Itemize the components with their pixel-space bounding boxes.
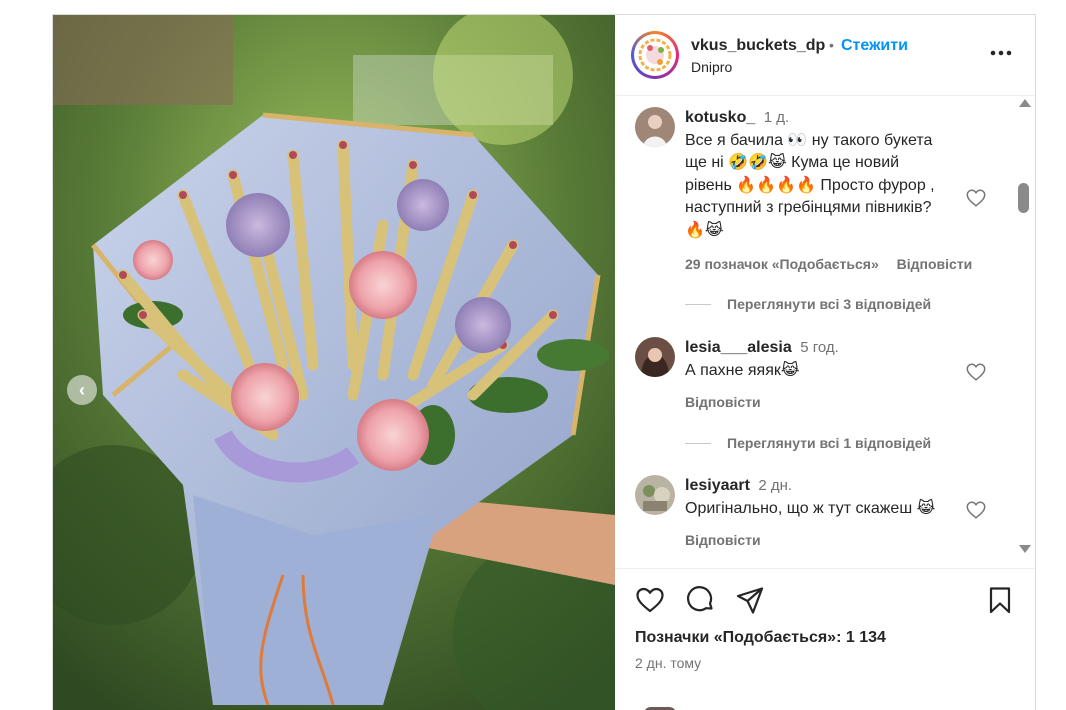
heart-icon[interactable] bbox=[635, 585, 665, 615]
prev-photo-button[interactable]: ‹ bbox=[67, 375, 97, 405]
replies-divider bbox=[685, 442, 711, 444]
comment-meta: Відповісти bbox=[685, 532, 775, 548]
vertical-scroll-thumb[interactable] bbox=[1018, 183, 1029, 213]
separator-dot: • bbox=[829, 37, 834, 53]
comment-meta: 29 позначок «Подобається» Відповісти bbox=[685, 256, 986, 272]
comment-time[interactable]: 1 д. bbox=[764, 109, 789, 126]
scroll-up-arrow-icon[interactable] bbox=[1019, 99, 1031, 107]
send-icon[interactable] bbox=[735, 585, 765, 615]
comment-text-line: рівень 🔥🔥🔥🔥 Просто фурор , bbox=[685, 176, 935, 194]
comment-text-line: А пахне яяяк😹 bbox=[685, 361, 800, 379]
reply-button[interactable]: Відповісти bbox=[685, 394, 761, 410]
comment-icon[interactable] bbox=[685, 585, 715, 615]
bookmark-icon[interactable] bbox=[985, 585, 1015, 615]
post-header: vkus_buckets_dp • Стежити Dnipro bbox=[615, 15, 1035, 96]
post-date[interactable]: 2 дн. тому bbox=[635, 655, 701, 671]
view-replies-label: Переглянути всі 3 відповідей bbox=[727, 296, 932, 312]
replies-divider bbox=[685, 303, 711, 305]
brand-logo-icon bbox=[638, 38, 672, 72]
post-photo[interactable]: ‹ bbox=[53, 15, 615, 710]
comment-time[interactable]: 5 год. bbox=[800, 339, 839, 356]
commenter-avatar[interactable] bbox=[635, 475, 675, 515]
comment-username[interactable]: lesiyaart bbox=[685, 477, 750, 494]
comment-heart-icon[interactable] bbox=[965, 187, 987, 209]
post-location[interactable]: Dnipro bbox=[691, 59, 732, 75]
vertical-scrollbar[interactable] bbox=[1015, 95, 1033, 565]
commenter-avatar[interactable] bbox=[635, 337, 675, 377]
comment-time[interactable]: 2 дн. bbox=[758, 477, 792, 494]
comment-text-line: Оригінально, що ж тут скажеш 😹 bbox=[685, 499, 936, 517]
scroll-down-arrow-icon[interactable] bbox=[1019, 545, 1031, 553]
more-horizontal-icon[interactable] bbox=[987, 39, 1015, 67]
follow-button[interactable]: Стежити bbox=[841, 37, 908, 55]
reply-button[interactable]: Відповісти bbox=[685, 532, 761, 548]
comment-text-line: ще ні 🤣🤣😹 Кума це новий bbox=[685, 154, 900, 171]
comment-username[interactable]: kotusko_ bbox=[685, 109, 755, 126]
comment-text-line: наступний з гребінцями півників? bbox=[685, 199, 932, 216]
reply-button[interactable]: Відповісти bbox=[897, 256, 973, 272]
comment-likes-count[interactable]: 29 позначок «Подобається» bbox=[685, 256, 879, 272]
post-actions: Позначки «Подобається»: 1 134 2 дн. тому bbox=[615, 568, 1035, 710]
comment-heart-icon[interactable] bbox=[965, 499, 987, 521]
post-sidebar: vkus_buckets_dp • Стежити Dnipro kotusko… bbox=[615, 15, 1035, 710]
comment-username[interactable]: lesia___alesia bbox=[685, 339, 792, 356]
account-username[interactable]: vkus_buckets_dp bbox=[691, 37, 825, 55]
comment-heart-icon[interactable] bbox=[965, 361, 987, 383]
chevron-left-icon: ‹ bbox=[79, 379, 85, 400]
commenter-avatar[interactable] bbox=[635, 107, 675, 147]
bouquet-image bbox=[53, 15, 615, 710]
account-avatar[interactable] bbox=[631, 31, 679, 79]
likes-count[interactable]: Позначки «Подобається»: 1 134 bbox=[635, 629, 886, 647]
post-modal: ‹ vkus_buckets_dp • Стежити Dnipro kotus… bbox=[52, 14, 1036, 710]
view-replies-button[interactable]: Переглянути всі 3 відповідей bbox=[685, 296, 931, 312]
comments-list: kotusko_ 1 д. Все я бачила 👀 ну такого б… bbox=[615, 95, 1035, 567]
comment-text-line: 🔥😹 bbox=[685, 221, 724, 239]
view-replies-button[interactable]: Переглянути всі 1 відповідей bbox=[685, 435, 931, 451]
comment-meta: Відповісти bbox=[685, 394, 775, 410]
comment-text-line: Все я бачила 👀 ну такого букета bbox=[685, 131, 933, 149]
view-replies-label: Переглянути всі 1 відповідей bbox=[727, 435, 932, 451]
